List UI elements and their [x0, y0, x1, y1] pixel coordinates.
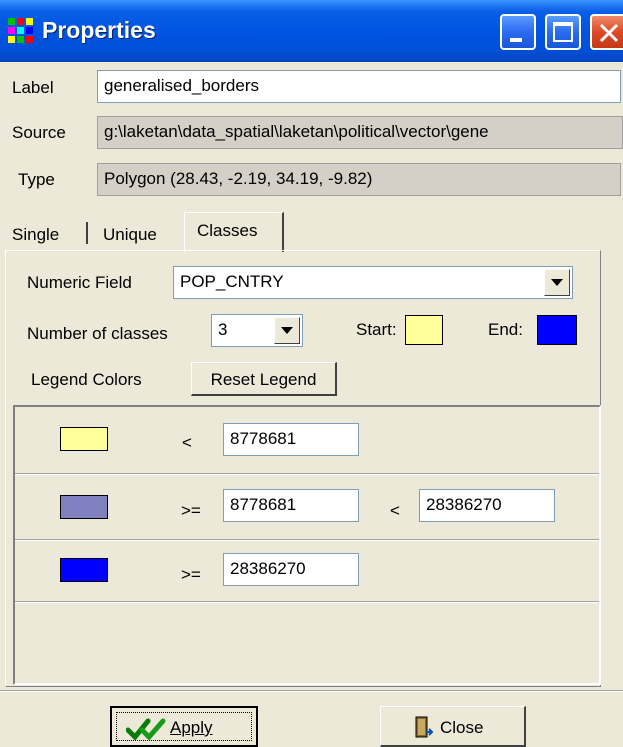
class-color-swatch[interactable]	[60, 427, 108, 451]
reset-legend-button[interactable]: Reset Legend	[191, 362, 337, 396]
title-bar[interactable]: Properties	[0, 0, 623, 62]
close-icon	[599, 23, 619, 43]
class-color-swatch[interactable]	[60, 495, 108, 519]
colored-grid-icon	[8, 18, 34, 44]
start-color-swatch[interactable]	[405, 315, 443, 345]
class-color-swatch[interactable]	[60, 558, 108, 582]
class-break-input[interactable]: 28386270	[419, 489, 555, 522]
operator-gte: >=	[181, 501, 201, 520]
source-field: g:\laketan\data_spatial\laketan\politica…	[97, 116, 623, 149]
source-caption: Source	[12, 123, 66, 142]
class-break-input[interactable]: 8778681	[223, 489, 359, 522]
end-color-swatch[interactable]	[537, 315, 577, 345]
list-item: >= 8778681 < 28386270	[15, 475, 599, 541]
close-label: Close	[440, 718, 484, 737]
window-title: Properties	[42, 17, 156, 43]
legend-colors-label: Legend Colors	[31, 370, 142, 389]
type-caption: Type	[18, 170, 55, 189]
operator-less-than: <	[182, 433, 192, 452]
apply-button[interactable]: Apply	[110, 706, 258, 747]
operator-gte: >=	[181, 565, 201, 584]
class-break-input[interactable]: 8778681	[223, 423, 359, 456]
maximize-icon	[553, 22, 573, 42]
double-checkmark-icon	[126, 718, 166, 740]
tab-classes[interactable]: Classes	[184, 212, 284, 252]
label-caption: Label	[12, 78, 54, 97]
class-break-input[interactable]: 28386270	[223, 553, 359, 586]
list-item: >= 28386270	[15, 541, 599, 603]
operator-less-than: <	[390, 501, 400, 520]
chevron-down-icon[interactable]	[274, 317, 300, 344]
door-exit-icon	[415, 716, 434, 738]
chevron-down-icon[interactable]	[544, 269, 570, 296]
num-classes-select[interactable]: 3	[211, 314, 303, 347]
close-window-button[interactable]	[590, 14, 623, 50]
numeric-field-select[interactable]: POP_CNTRY	[173, 266, 573, 299]
numeric-field-label: Numeric Field	[27, 273, 132, 292]
type-field: Polygon (28.43, -2.19, 34.19, -9.82)	[97, 163, 621, 196]
num-classes-label: Number of classes	[27, 324, 168, 343]
start-color-label: Start:	[356, 320, 397, 339]
apply-label: Apply	[170, 718, 213, 737]
numeric-field-value: POP_CNTRY	[180, 272, 284, 291]
num-classes-value: 3	[218, 320, 228, 339]
tab-unique[interactable]: Unique	[95, 214, 165, 252]
close-button[interactable]: Close	[380, 706, 526, 747]
label-input[interactable]: generalised_borders	[97, 70, 621, 103]
list-item: < 8778681	[15, 407, 599, 473]
tab-single[interactable]: Single	[4, 214, 67, 252]
end-color-label: End:	[488, 320, 523, 339]
minimize-button[interactable]	[500, 14, 536, 50]
maximize-button[interactable]	[545, 14, 581, 50]
minimize-icon	[510, 38, 522, 42]
